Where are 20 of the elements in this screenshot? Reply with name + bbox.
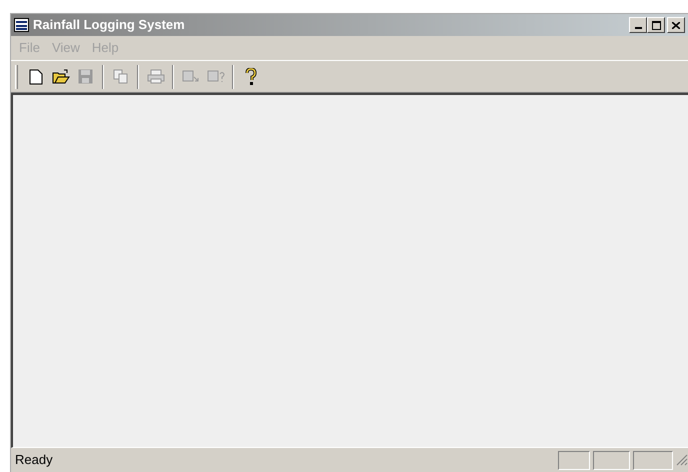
close-icon (672, 22, 680, 28)
minimize-icon (634, 27, 642, 29)
resize-grip-icon (676, 454, 688, 466)
copy-icon (112, 69, 128, 84)
close-button[interactable] (667, 17, 685, 33)
printer-icon (146, 69, 164, 84)
blank-page-icon (28, 68, 42, 84)
minimize-button[interactable] (629, 17, 647, 33)
status-text: Ready (15, 451, 54, 470)
window-title: Rainfall Logging System (33, 16, 186, 34)
window-arrow-icon (182, 69, 200, 84)
window-question-icon (206, 69, 224, 84)
maximize-icon (652, 20, 660, 30)
status-pane (558, 450, 590, 470)
app-icon (14, 18, 29, 32)
question-mark-icon (244, 68, 256, 86)
maximize-button[interactable] (647, 17, 665, 33)
status-pane (633, 450, 673, 470)
status-pane (593, 450, 630, 470)
folder-icon (52, 69, 70, 84)
